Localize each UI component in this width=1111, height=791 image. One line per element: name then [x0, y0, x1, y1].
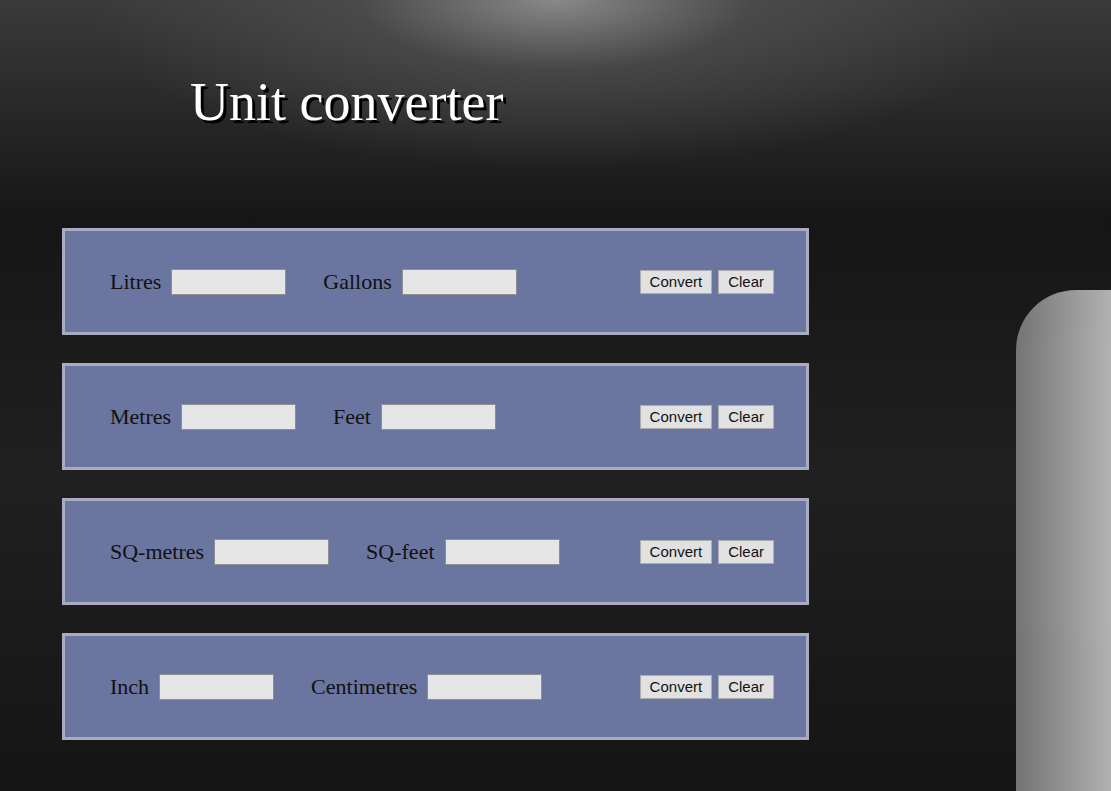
from-label: Inch	[110, 670, 149, 703]
to-label: Gallons	[323, 265, 391, 298]
from-input[interactable]	[181, 404, 296, 430]
from-input[interactable]	[214, 539, 329, 565]
convert-button[interactable]: Convert	[640, 540, 713, 564]
from-input[interactable]	[159, 674, 274, 700]
clear-button[interactable]: Clear	[718, 270, 774, 294]
convert-button[interactable]: Convert	[640, 675, 713, 699]
to-label: Centimetres	[311, 670, 417, 703]
converter-panel: SQ-metres SQ-feet ConvertClear	[62, 498, 809, 605]
to-input[interactable]	[402, 269, 517, 295]
from-label: Metres	[110, 400, 171, 433]
from-label: Litres	[110, 265, 161, 298]
from-label: SQ-metres	[110, 535, 204, 568]
converter-panel: Litres Gallons ConvertClear	[62, 228, 809, 335]
to-input[interactable]	[427, 674, 542, 700]
clear-button[interactable]: Clear	[718, 405, 774, 429]
from-input[interactable]	[171, 269, 286, 295]
clear-button[interactable]: Clear	[718, 675, 774, 699]
to-input[interactable]	[381, 404, 496, 430]
converter-panel: Metres Feet ConvertClear	[62, 363, 809, 470]
to-input[interactable]	[445, 539, 560, 565]
convert-button[interactable]: Convert	[640, 405, 713, 429]
converter-panel: Inch Centimetres ConvertClear	[62, 633, 809, 740]
clear-button[interactable]: Clear	[718, 540, 774, 564]
to-label: SQ-feet	[366, 535, 434, 568]
page-title: Unit converter	[0, 0, 1111, 132]
convert-button[interactable]: Convert	[640, 270, 713, 294]
to-label: Feet	[333, 400, 371, 433]
